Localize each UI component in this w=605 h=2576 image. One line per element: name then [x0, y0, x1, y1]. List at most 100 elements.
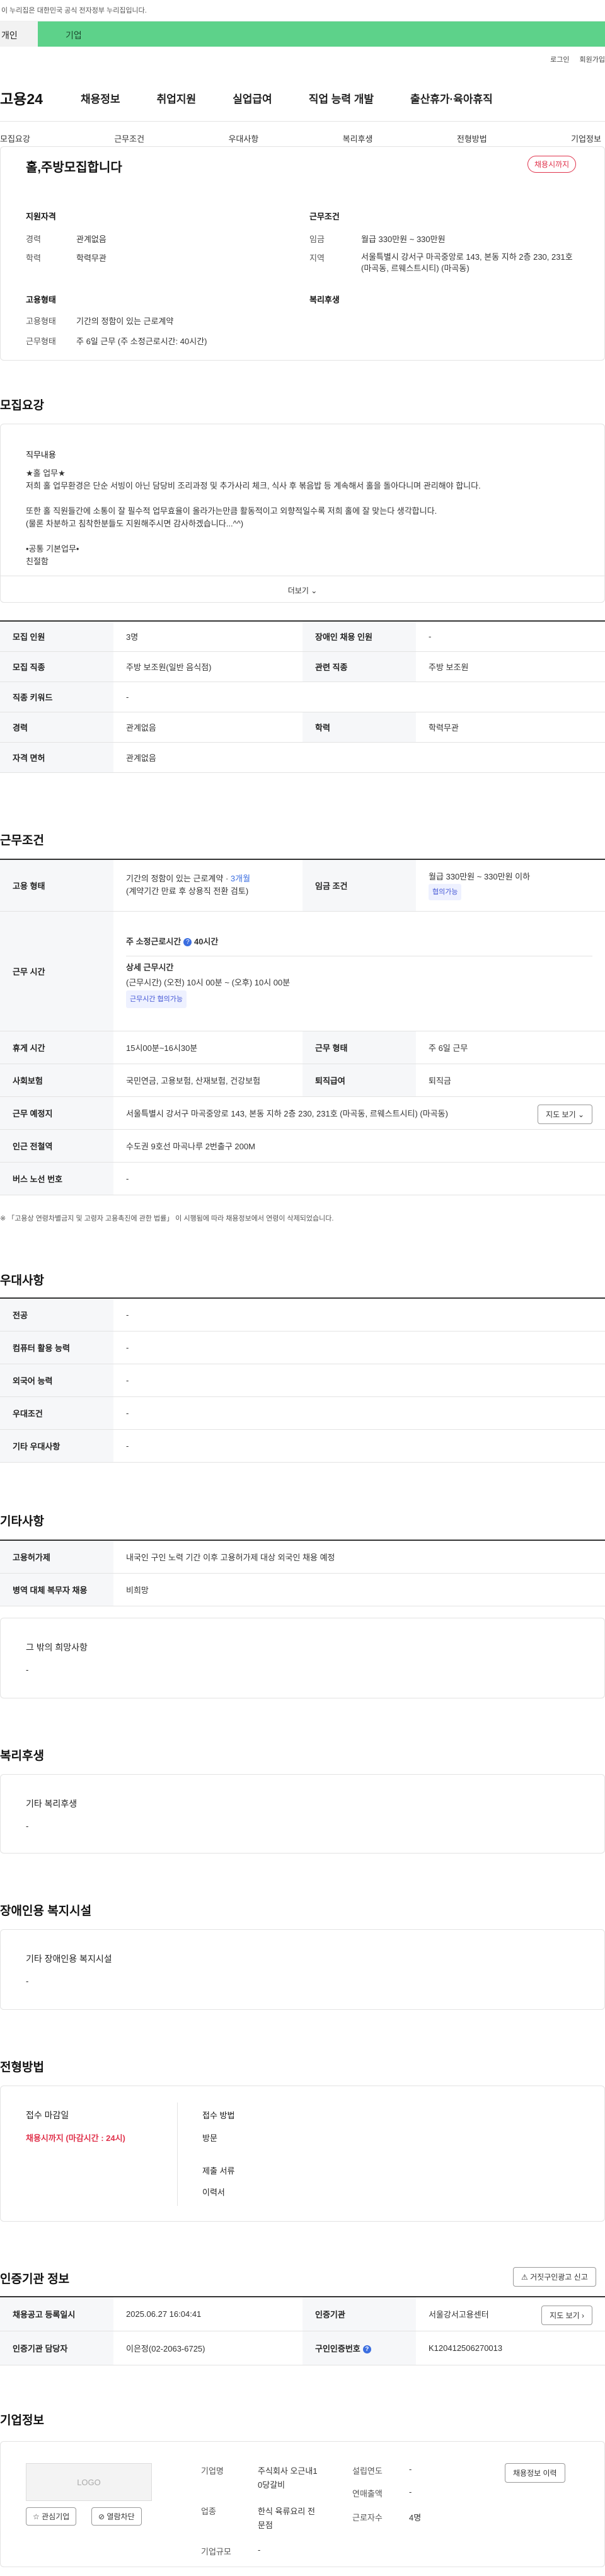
size-label: 기업규모: [201, 2547, 231, 2556]
top-tabs: 개인 기업: [0, 21, 605, 47]
job-title: 홀,주방모집합니다: [26, 161, 122, 175]
cell-value: -: [113, 1396, 605, 1430]
cell-value: -: [113, 1364, 605, 1397]
map-button[interactable]: 지도 보기 ⌄: [538, 1104, 592, 1124]
nav-leave[interactable]: 출산휴가·육아휴직: [410, 90, 493, 106]
edu-value: 학력무관: [76, 253, 107, 263]
info-icon[interactable]: ?: [183, 937, 192, 946]
job-desc-body: ★홀 업무★ 저희 홀 업무환경은 단순 서빙이 아닌 담당비 조리과정 및 추…: [26, 467, 580, 568]
anchor-recruit[interactable]: 모집요강: [0, 132, 30, 144]
cell-value: -: [416, 621, 605, 652]
fav-button[interactable]: ☆ 관심기업: [26, 2507, 77, 2526]
industry-label: 업종: [201, 2507, 216, 2516]
cell-value: 주 소정근로시간? 40시간 상세 근무시간 (근무시간) (오전) 10시 0…: [113, 911, 605, 1031]
process-card: 접수 마감일 채용시까지 (마감시간 : 24시) 접수 방법 방문 제출 서류…: [0, 2086, 605, 2222]
work-value: 주 6일 근무 (주 소정근로시간: 40시간): [76, 337, 207, 346]
cell-value: 기간의 정함이 있는 근로계약 · 3개월 (계약기간 만료 후 상용직 전환 검…: [113, 859, 302, 912]
process-heading: 전형방법: [0, 2061, 44, 2074]
job-desc-card: 직무내용 ★홀 업무★ 저희 홀 업무환경은 단순 서빙이 아닌 담당비 조리과…: [0, 424, 605, 603]
cell-label: 외국어 능력: [0, 1364, 113, 1397]
anchor-welfare[interactable]: 복리후생: [343, 132, 373, 144]
time-hours: 40시간: [193, 936, 219, 946]
info-icon[interactable]: ?: [362, 2345, 371, 2353]
tab-company[interactable]: 기업: [38, 21, 605, 47]
employees-value: 4명: [409, 2513, 422, 2522]
num-label: 구인인증번호: [315, 2343, 360, 2353]
deadline-value: 채용시까지 (마감시간 : 24시): [26, 2133, 125, 2143]
area-value: 서울특별시 강서구 마곡중앙로 143, 본동 지하 2층 230, 231호 …: [361, 252, 573, 273]
age-note: ※ 「고용상 연령차별금지 및 고령자 고용촉진에 관한 법률」 이 시행됨에 …: [0, 1215, 334, 1222]
cell-label: 경력: [0, 712, 113, 743]
etc-table: 고용허가제 내국인 구인 노력 기간 이후 고용허가제 대상 외국인 채용 예정 …: [0, 1540, 605, 1606]
time-value: (근무시간) (오전) 10시 00분 ~ (오후) 10시 00분: [126, 977, 291, 987]
join-link[interactable]: 회원가입: [580, 54, 605, 64]
map-label: 지도 보기: [550, 2311, 580, 2320]
util-links: 로그인 회원가입: [550, 54, 605, 64]
desc-line: ★홀 업무★: [26, 468, 66, 478]
nav-training[interactable]: 직업 능력 개발: [309, 90, 374, 106]
form-heading: 고용형태: [26, 295, 56, 305]
cell-value: 국민연금, 고용보험, 산재보험, 건강보험: [113, 1064, 302, 1097]
welfare-card: 기타 복리후생 -: [0, 1774, 605, 1854]
cell-label: 컴퓨터 활용 능력: [0, 1331, 113, 1364]
more-button[interactable]: 더보기 ⌄: [1, 576, 604, 603]
cell-label: 우대조건: [0, 1396, 113, 1430]
block-button[interactable]: ⊘ 열람차단: [91, 2507, 142, 2526]
gov-banner: 이 누리집은 대한민국 공식 전자정부 누리집입니다.: [0, 0, 605, 21]
history-button[interactable]: 채용정보 이력: [505, 2463, 565, 2483]
sales-value: -: [409, 2487, 412, 2497]
site-logo[interactable]: 고용24: [0, 87, 74, 108]
star-icon: ☆: [33, 2512, 40, 2521]
other-wish-card: 그 밖의 희망사항 -: [0, 1618, 605, 1698]
other-wish-title: 그 밖의 희망사항: [26, 1642, 88, 1652]
desc-line: (물론 차분하고 침착한분들도 지원해주시면 감사하겠습니다...^^): [26, 519, 244, 528]
company-card: LOGO ☆ 관심기업 ⊘ 열람차단 기업명 주식회사 오근내1 0당갈비 업종 …: [0, 2441, 605, 2567]
cell-value: 15시00분~16시30분: [113, 1031, 302, 1064]
cell-value: 관계없음: [113, 712, 302, 743]
welfare-section-heading: 복리후생: [0, 1749, 44, 1763]
nav-unemployment[interactable]: 실업급여: [233, 90, 272, 106]
method-value: 방문: [202, 2133, 217, 2143]
company-heading: 기업정보: [0, 2414, 44, 2427]
divider: [177, 2103, 178, 2206]
cell-value: -: [113, 1162, 605, 1195]
gov-banner-text: 이 누리집은 대한민국 공식 전자정부 누리집입니다.: [1, 7, 147, 15]
cell-label: 자격 면허: [0, 742, 113, 773]
cell-value: -: [113, 1331, 605, 1364]
cell-label: 모집 인원: [0, 621, 113, 652]
agency-map-button[interactable]: 지도 보기 ›: [541, 2306, 592, 2325]
fav-label: 관심기업: [42, 2512, 70, 2521]
job-desc-title: 직무내용: [26, 450, 56, 460]
work-label: 근무형태: [26, 337, 56, 346]
agency-value: 서울강서고용센터: [429, 2309, 489, 2319]
disabled-heading: 장애인용 복지시설: [0, 1905, 92, 1918]
report-button[interactable]: ⚠ 거짓구인광고 신고: [513, 2267, 596, 2287]
anchor-pref[interactable]: 우대사항: [228, 132, 258, 144]
login-link[interactable]: 로그인: [550, 54, 569, 64]
cell-label: 장애인 채용 인원: [302, 621, 416, 652]
cell-value: 이은정(02-2063-6725): [113, 2331, 302, 2365]
wage-pill: 협의가능: [429, 884, 462, 901]
cell-label: 고용 형태: [0, 859, 113, 912]
summary-card: 홀,주방모집합니다 채용시까지 지원자격 경력 관계없음 학력 학력무관 근무조…: [0, 146, 605, 361]
area-label: 지역: [309, 253, 325, 263]
emp-note: (계약기간 만료 후 상용직 전환 검토): [126, 886, 249, 896]
docs-title: 제출 서류: [202, 2166, 235, 2176]
cell-label: 고용허가제: [0, 1540, 113, 1574]
tab-personal[interactable]: 개인: [0, 21, 38, 47]
map-label: 지도 보기: [546, 1110, 576, 1119]
anchor-process[interactable]: 전형방법: [457, 132, 487, 144]
sales-label: 연매출액: [352, 2489, 383, 2498]
desc-line: 저희 홀 업무환경은 단순 서빙이 아닌 담당비 조리과정 및 추가사리 체크,…: [26, 481, 481, 490]
nav-jobs[interactable]: 채용정보: [81, 90, 120, 106]
cell-label: 구인인증번호?: [302, 2331, 416, 2365]
anchor-company[interactable]: 기업정보: [571, 132, 601, 144]
edu-label: 학력: [26, 253, 41, 263]
nav-employment-support[interactable]: 취업지원: [157, 90, 197, 106]
cell-value: 내국인 구인 노력 기간 이후 고용허가제 대상 외국인 채용 예정: [113, 1540, 605, 1574]
name-value: 주식회사 오근내1 0당갈비: [258, 2464, 318, 2492]
cell-label: 임금 조건: [302, 859, 416, 912]
company-logo: LOGO: [26, 2463, 152, 2501]
emp-label: 고용형태: [26, 316, 56, 326]
anchor-work[interactable]: 근무조건: [114, 132, 144, 144]
